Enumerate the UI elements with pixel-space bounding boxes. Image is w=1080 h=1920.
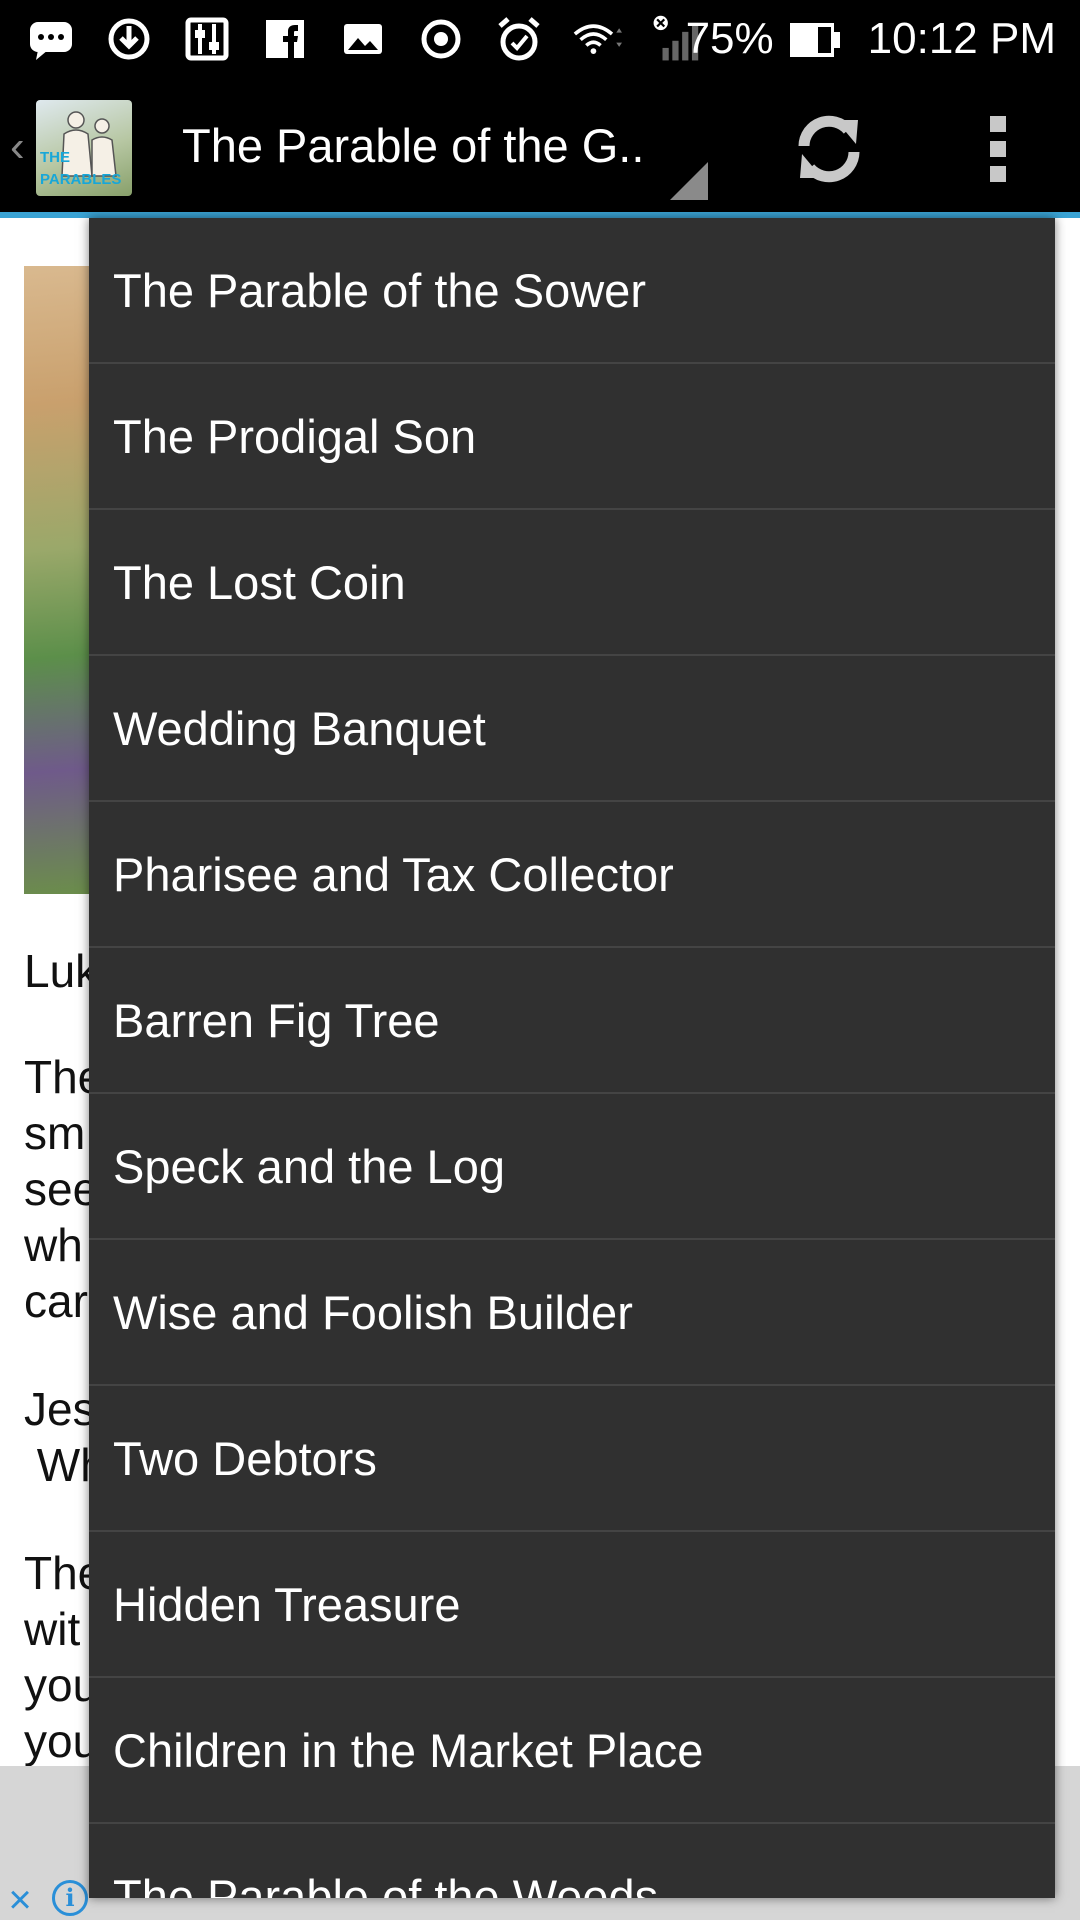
body-text-line: Luk [24, 945, 99, 997]
dropdown-item[interactable]: Hidden Treasure [89, 1532, 1055, 1678]
dropdown-item[interactable]: The Parable of the Weeds [89, 1824, 1055, 1899]
photo-icon [338, 14, 388, 64]
dropdown-item[interactable]: Two Debtors [89, 1386, 1055, 1532]
dropdown-item[interactable]: Speck and the Log [89, 1094, 1055, 1240]
nav-dropdown-list[interactable]: The Parable of the Sower The Prodigal So… [89, 218, 1055, 1898]
dropdown-item[interactable]: The Lost Coin [89, 510, 1055, 656]
equalizer-icon [182, 14, 232, 64]
status-bar: 75% 10:12 PM [0, 0, 1080, 78]
ad-info-icon[interactable]: i [52, 1880, 88, 1916]
body-text-line: see [24, 1163, 99, 1215]
overflow-dot-icon [990, 116, 1006, 132]
dropdown-item[interactable]: Pharisee and Tax Collector [89, 802, 1055, 948]
dropdown-item[interactable]: Children in the Market Place [89, 1678, 1055, 1824]
alarm-icon [494, 14, 544, 64]
body-text-line: Jes [24, 1383, 96, 1435]
body-text-line: you [24, 1715, 99, 1767]
overflow-dot-icon [990, 141, 1006, 157]
chat-icon [26, 14, 76, 64]
overflow-menu-button[interactable] [980, 116, 1016, 182]
clock: 10:12 PM [867, 14, 1056, 63]
dropdown-item[interactable]: Barren Fig Tree [89, 948, 1055, 1094]
body-text-line: wh [24, 1219, 83, 1271]
spinner-indicator-icon[interactable] [670, 162, 708, 200]
facebook-icon [260, 14, 310, 64]
body-text-line: you [24, 1659, 99, 1711]
logo-text-line2: PARABLES [40, 171, 122, 188]
dropdown-item[interactable]: Wise and Foolish Builder [89, 1240, 1055, 1386]
battery-percent: 75% [685, 14, 774, 63]
download-icon [104, 14, 154, 64]
dropdown-item[interactable]: Wedding Banquet [89, 656, 1055, 802]
ad-close-icon[interactable]: × [0, 1880, 40, 1920]
body-text-line: car [24, 1275, 88, 1327]
dropdown-item[interactable]: The Parable of the Sower [89, 218, 1055, 364]
wifi-icon [572, 14, 622, 64]
body-text-line: wit [24, 1603, 81, 1655]
overflow-dot-icon [990, 166, 1006, 182]
action-bar: ‹ THE PARABLES The Parable of the G.. [0, 78, 1080, 216]
status-right: 75% 10:12 PM [686, 12, 1056, 66]
notification-icons [26, 12, 700, 66]
logo-text-line1: THE [40, 149, 70, 166]
screen: 75% 10:12 PM ‹ THE PARABLES The Parable … [0, 0, 1080, 1920]
body-text-line: sm [24, 1107, 86, 1159]
battery-icon [788, 20, 842, 58]
refresh-icon [798, 115, 860, 183]
dropdown-item[interactable]: The Prodigal Son [89, 364, 1055, 510]
record-icon [416, 14, 466, 64]
app-logo[interactable]: THE PARABLES [36, 100, 132, 196]
up-chevron-icon[interactable]: ‹ [10, 122, 25, 172]
refresh-button[interactable] [786, 106, 872, 192]
nav-spinner-title[interactable]: The Parable of the G.. [182, 118, 644, 173]
